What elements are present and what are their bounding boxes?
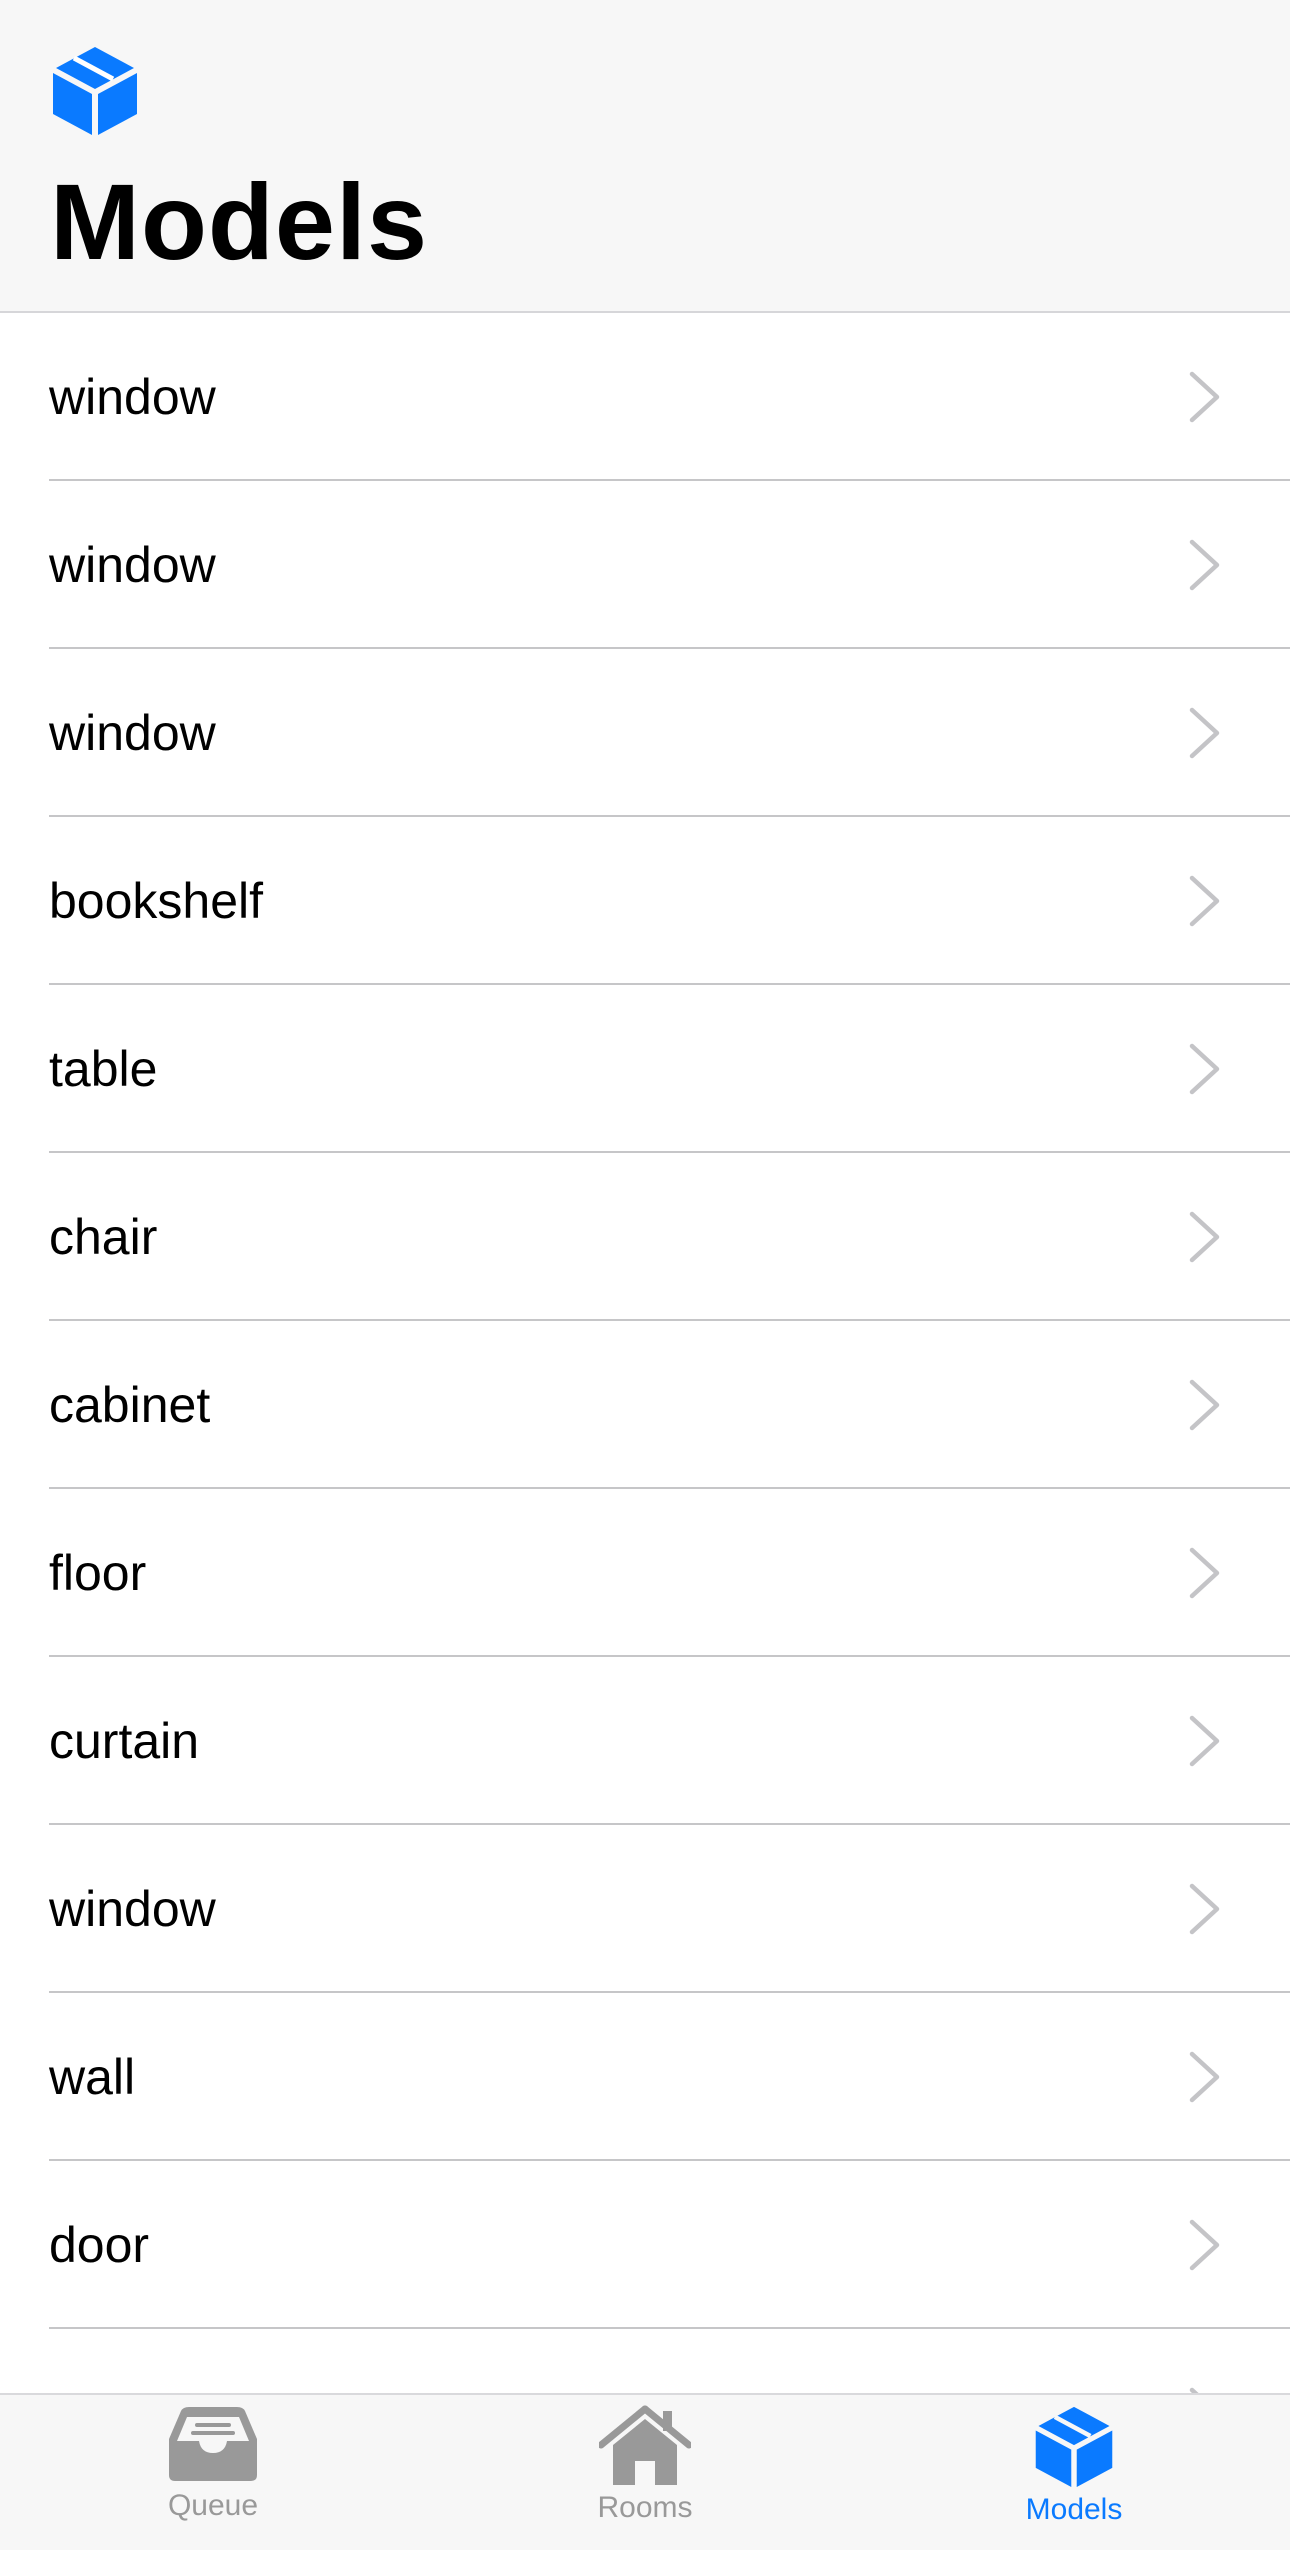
list-item-label: chair <box>49 1209 158 1265</box>
list-item-label: bookshelf <box>49 873 264 929</box>
list-item[interactable]: chair <box>0 1153 1290 1321</box>
tab-label: Models <box>1025 2493 1123 2526</box>
app-screen: Models window window window bookshelf ta… <box>0 0 1290 2550</box>
chevron-right-icon <box>1189 1883 1220 1935</box>
chevron-right-icon <box>1189 707 1220 759</box>
list-item-label: cabinet <box>49 1377 211 1433</box>
list-item[interactable]: window <box>0 649 1290 817</box>
list-item[interactable]: curtain <box>0 1657 1290 1825</box>
list-item[interactable]: bookshelf <box>0 817 1290 985</box>
list-item-label: window <box>49 705 216 761</box>
cube-icon <box>1035 2406 1113 2487</box>
tab-models[interactable]: Models <box>974 2395 1174 2550</box>
tab-bar: Queue Rooms Models <box>0 2393 1290 2550</box>
chevron-right-icon <box>1189 371 1220 423</box>
list-item[interactable]: table <box>0 985 1290 1153</box>
list-item[interactable]: window <box>0 1825 1290 1993</box>
chevron-right-icon <box>1189 1379 1220 1431</box>
list-item-label: wall <box>49 2049 136 2105</box>
list-item[interactable]: floor <box>0 1489 1290 1657</box>
tab-label: Queue <box>167 2489 259 2522</box>
list-item-label: door <box>49 2217 150 2273</box>
list-item-label: window <box>49 1881 216 1937</box>
list-item-label: table <box>49 1041 158 1097</box>
house-icon <box>599 2405 691 2485</box>
chevron-right-icon <box>1189 2219 1220 2271</box>
tab-rooms[interactable]: Rooms <box>545 2395 745 2550</box>
cube-icon <box>53 47 137 135</box>
list-item[interactable]: window <box>0 313 1290 481</box>
chevron-right-icon <box>1189 539 1220 591</box>
tab-label: Rooms <box>597 2491 693 2524</box>
tray-icon <box>169 2407 257 2481</box>
chevron-right-icon <box>1189 2051 1220 2103</box>
list-item[interactable]: window <box>0 481 1290 649</box>
list-item-label: curtain <box>49 1713 200 1769</box>
chevron-right-icon <box>1189 1043 1220 1095</box>
chevron-right-icon <box>1189 1547 1220 1599</box>
list-item[interactable]: cabinet <box>0 1321 1290 1489</box>
list-item-label: window <box>49 369 216 425</box>
tab-queue[interactable]: Queue <box>113 2395 313 2550</box>
list-item-label: floor <box>49 1545 147 1601</box>
chevron-right-icon <box>1189 875 1220 927</box>
list-item[interactable]: door <box>0 2161 1290 2329</box>
list-item-label: window <box>49 537 216 593</box>
navigation-header: Models <box>0 0 1290 313</box>
page-title: Models <box>50 161 429 282</box>
models-list: window window window bookshelf table cha… <box>0 313 1290 2497</box>
list-item[interactable]: wall <box>0 1993 1290 2161</box>
chevron-right-icon <box>1189 1211 1220 1263</box>
chevron-right-icon <box>1189 1715 1220 1767</box>
